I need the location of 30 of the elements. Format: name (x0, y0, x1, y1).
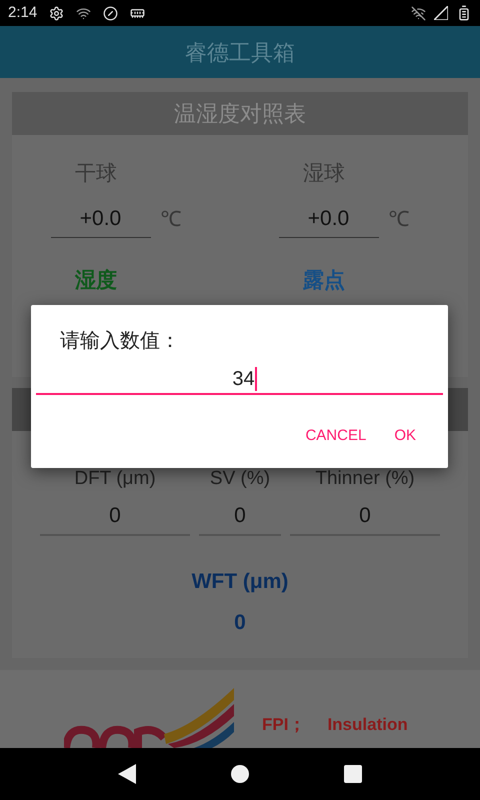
dialog-button[interactable]: OK (386, 419, 424, 454)
input-field[interactable]: +0.0 (50, 203, 150, 238)
input-label: DFT (μm) (74, 468, 156, 490)
input-label: SV (%) (210, 468, 270, 490)
wifi-icon (76, 6, 92, 20)
status-time: 2:14 (8, 2, 38, 23)
app-title: 睿德工具箱 (185, 38, 295, 66)
recents-icon[interactable] (344, 765, 362, 783)
home-icon[interactable] (230, 765, 249, 783)
input-field[interactable]: +0.0 (278, 203, 378, 238)
input-field[interactable]: 0 (40, 500, 190, 536)
settings-icon (49, 6, 64, 20)
unit-label: ℃ (388, 207, 410, 233)
result-label: WFT (μm) (192, 568, 288, 594)
back-icon[interactable] (118, 764, 136, 784)
signal-icon (434, 6, 448, 20)
wifi-off-icon (411, 6, 426, 20)
input-field[interactable]: 0 (199, 500, 281, 536)
unit-label: ℃ (160, 207, 182, 233)
banner-text: FPI； (262, 714, 306, 736)
banner-text: Insulation (327, 714, 408, 736)
dialog-button[interactable]: CANCEL (297, 419, 374, 454)
input-field[interactable]: 34 (36, 365, 443, 395)
input-label: Thinner (%) (315, 468, 415, 490)
result-label: 湿度 (75, 268, 117, 294)
result-label: 露点 (303, 268, 345, 294)
circle-icon (103, 6, 118, 20)
input-field[interactable]: 0 (290, 500, 440, 536)
result-value: 0 (234, 610, 246, 636)
dialog-message: 请输入数值： (60, 329, 181, 354)
